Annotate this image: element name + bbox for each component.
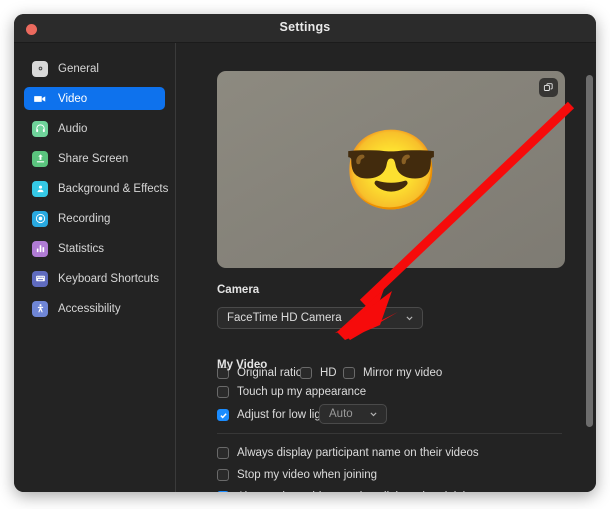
picture-in-picture-icon[interactable] [539,78,558,97]
checkbox-touch-up-my-appearance[interactable]: Touch up my appearance [217,386,366,398]
checkbox-box[interactable] [300,367,312,379]
sidebar-item-label: Statistics [58,243,104,255]
sidebar-item-accessibility[interactable]: Accessibility [24,297,165,320]
chevron-down-icon [405,314,414,323]
scrollbar-thumb[interactable] [586,75,593,427]
checkbox-box[interactable] [217,491,229,492]
camera-select[interactable]: FaceTime HD Camera [217,307,423,329]
vertical-scrollbar[interactable] [586,75,593,486]
record-icon [32,211,48,227]
page-title: Settings [14,20,596,34]
gear-icon [32,61,48,77]
checkbox-label: Stop my video when joining [237,469,377,481]
sidebar-item-label: Audio [58,123,87,135]
checkbox-mirror-my-video[interactable]: Mirror my video [343,367,442,379]
camera-select-value: FaceTime HD Camera [218,312,342,324]
checkbox-label: Mirror my video [363,367,442,379]
video-preview: 😎 [217,71,565,268]
checkbox-box[interactable] [217,386,229,398]
sidebar-item-label: Keyboard Shortcuts [58,273,159,285]
video-settings-panel: 😎 Camera FaceTime HD Camera Original rat… [177,43,596,492]
person-frame-icon [32,181,48,197]
preview-emoji: 😎 [217,131,565,209]
share-screen-icon [32,151,48,167]
sidebar-item-label: General [58,63,99,75]
checkbox-label: Always show video preview dialog when jo… [237,491,478,492]
sidebar-item-share-screen[interactable]: Share Screen [24,147,165,170]
sidebar-item-label: Recording [58,213,110,225]
sidebar-item-video[interactable]: Video [24,87,165,110]
sidebar-item-label: Video [58,93,87,105]
checkbox-adjust-for-low-light[interactable]: Adjust for low light [217,409,330,421]
keyboard-icon [32,271,48,287]
sidebar-item-audio[interactable]: Audio [24,117,165,140]
accessibility-icon [32,301,48,317]
camera-section-heading: Camera [217,284,259,296]
settings-window: Settings General Video Audio [14,14,596,492]
checkbox-box[interactable] [217,469,229,481]
sidebar-item-label: Accessibility [58,303,121,315]
checkbox-box[interactable] [217,409,229,421]
checkbox-label: Always display participant name on their… [237,447,479,459]
checkbox-label: Touch up my appearance [237,386,366,398]
headphones-icon [32,121,48,137]
checkbox-stop-my-video-when-joining[interactable]: Stop my video when joining [217,469,377,481]
sidebar-item-label: Background & Effects [58,183,168,195]
sidebar-item-statistics[interactable]: Statistics [24,237,165,260]
checkbox-label: HD [320,367,337,379]
checkbox-hd[interactable]: HD [300,367,337,379]
chevron-down-icon [369,410,378,419]
checkbox-always-show-video-preview-dialog[interactable]: Always show video preview dialog when jo… [217,491,478,492]
checkbox-box[interactable] [343,367,355,379]
video-camera-icon [32,91,48,107]
my-video-section-heading: My Video [217,359,267,371]
sidebar-item-keyboard-shortcuts[interactable]: Keyboard Shortcuts [24,267,165,290]
low-light-select-value: Auto [320,408,353,420]
sidebar-item-recording[interactable]: Recording [24,207,165,230]
sidebar-item-general[interactable]: General [24,57,165,80]
checkbox-always-display-participant-name[interactable]: Always display participant name on their… [217,447,479,459]
section-divider [217,433,562,434]
window-title-bar: Settings [14,14,596,43]
screenshot-root: Settings General Video Audio [0,0,610,509]
checkbox-box[interactable] [217,447,229,459]
bar-chart-icon [32,241,48,257]
low-light-select[interactable]: Auto [319,404,387,424]
sidebar: General Video Audio Share Screen [14,43,176,492]
sidebar-item-background-effects[interactable]: Background & Effects [24,177,165,200]
checkbox-label: Adjust for low light [237,409,330,421]
sidebar-item-label: Share Screen [58,153,128,165]
